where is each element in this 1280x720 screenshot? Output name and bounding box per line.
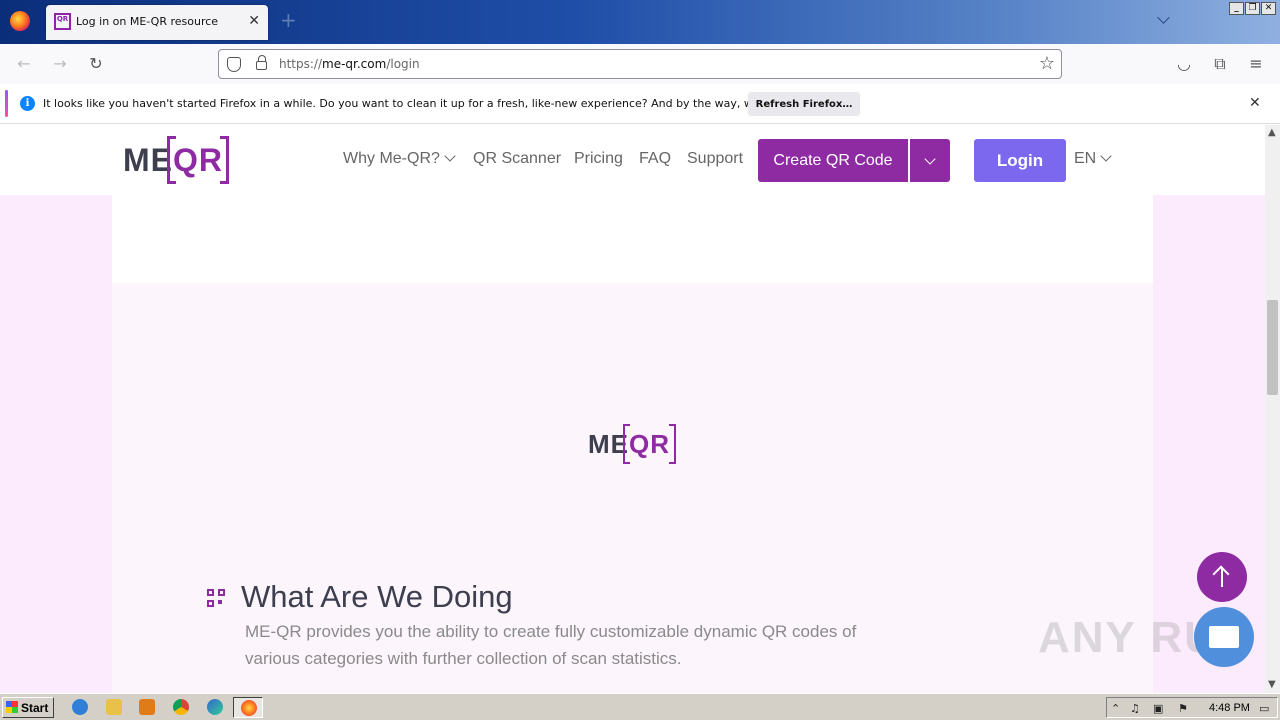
window-titlebar: QR Log in on ME-QR resource ✕ + _ ❐ ✕ (0, 0, 1280, 44)
scroll-up-arrow-icon[interactable]: ▲ (1268, 127, 1276, 138)
reload-icon[interactable]: ↻ (86, 54, 106, 74)
section-title: What Are We Doing (241, 579, 513, 614)
list-tabs-chevron-icon[interactable] (1157, 11, 1170, 24)
meqr-logo[interactable]: MEQR (123, 142, 223, 179)
browser-tab[interactable]: QR Log in on ME-QR resource ✕ (46, 5, 268, 40)
nav-faq[interactable]: FAQ (639, 150, 671, 168)
show-desktop-icon[interactable]: ▭ (1259, 702, 1269, 715)
login-button[interactable]: Login (974, 139, 1066, 182)
nav-pricing[interactable]: Pricing (574, 150, 623, 168)
language-selector[interactable]: EN (1074, 150, 1112, 168)
tracking-protection-shield-icon[interactable] (227, 57, 241, 72)
back-arrow-icon[interactable]: ← (14, 54, 34, 74)
info-icon: i (20, 96, 35, 111)
firefox-taskbar-icon (241, 700, 257, 716)
windows-taskbar: Start ⌃ ♫ ▣ ⚑ 4:48 PM ▭ (0, 693, 1280, 720)
edge-icon[interactable] (207, 699, 223, 715)
tab-close-icon[interactable]: ✕ (248, 13, 260, 29)
refresh-firefox-button[interactable]: Refresh Firefox… (748, 92, 860, 116)
section-description: ME-QR provides you the ability to create… (245, 622, 857, 668)
contact-mail-button[interactable] (1194, 607, 1254, 667)
page-scrollbar[interactable]: ▲ ▼ (1265, 125, 1280, 693)
lock-icon[interactable] (256, 55, 267, 70)
site-header: MEQR Why Me-QR? QR Scanner Pricing FAQ S… (0, 125, 1265, 195)
qr-code-icon (207, 589, 225, 607)
window-controls: _ ❐ ✕ (1229, 2, 1276, 15)
ie-icon[interactable] (72, 699, 88, 715)
tab-title: Log in on ME-QR resource (76, 15, 219, 28)
tray-expand-icon[interactable]: ⌃ (1111, 702, 1120, 715)
close-window-button[interactable]: ✕ (1261, 2, 1276, 15)
meqr-center-logo: MEQR (588, 429, 670, 459)
notification-close-icon[interactable]: ✕ (1249, 95, 1261, 111)
flag-icon[interactable]: ⚑ (1178, 702, 1188, 715)
media-player-icon[interactable] (139, 699, 155, 715)
extensions-icon[interactable]: ⧉ (1210, 54, 1230, 74)
minimize-button[interactable]: _ (1229, 2, 1244, 15)
chrome-icon[interactable] (173, 699, 189, 715)
volume-icon[interactable]: ♫ (1130, 702, 1140, 715)
navigation-toolbar: ← → ↻ https://me-qr.com/login ☆ ◡ ⧉ ≡ (0, 44, 1280, 84)
scroll-down-arrow-icon[interactable]: ▼ (1268, 679, 1276, 690)
clock: 4:48 PM (1209, 702, 1250, 714)
network-icon[interactable]: ▣ (1153, 702, 1163, 715)
pocket-icon[interactable]: ◡ (1174, 54, 1194, 74)
bookmark-star-icon[interactable]: ☆ (1039, 53, 1055, 74)
start-button[interactable]: Start (2, 697, 54, 718)
url-text[interactable]: https://me-qr.com/login (279, 57, 420, 71)
scrollbar-thumb[interactable] (1267, 300, 1278, 395)
nav-qr-scanner[interactable]: QR Scanner (473, 150, 561, 168)
nav-support[interactable]: Support (687, 150, 743, 168)
create-qr-code-button[interactable]: Create QR Code (758, 139, 908, 182)
menu-hamburger-icon[interactable]: ≡ (1246, 54, 1266, 74)
notification-bar: i It looks like you haven't started Fire… (0, 84, 1280, 124)
address-bar[interactable]: https://me-qr.com/login ☆ (218, 49, 1062, 79)
firefox-icon[interactable] (10, 11, 30, 31)
forward-arrow-icon[interactable]: → (50, 54, 70, 74)
taskbar-firefox-button[interactable] (233, 697, 263, 718)
create-dropdown-button[interactable] (910, 139, 950, 182)
new-tab-icon[interactable]: + (280, 8, 297, 32)
page-viewport: MEQR Why Me-QR? QR Scanner Pricing FAQ S… (0, 125, 1265, 693)
qr-favicon-icon: QR (54, 13, 71, 30)
chevron-down-icon (1100, 150, 1112, 162)
scroll-to-top-button[interactable] (1197, 552, 1247, 602)
restore-button[interactable]: ❐ (1245, 2, 1260, 15)
folder-icon[interactable] (106, 699, 122, 715)
notification-text: It looks like you haven't started Firefo… (43, 97, 827, 110)
chevron-down-icon (924, 153, 936, 165)
nav-why-meqr[interactable]: Why Me-QR? (343, 150, 456, 168)
chevron-down-icon (444, 150, 456, 162)
